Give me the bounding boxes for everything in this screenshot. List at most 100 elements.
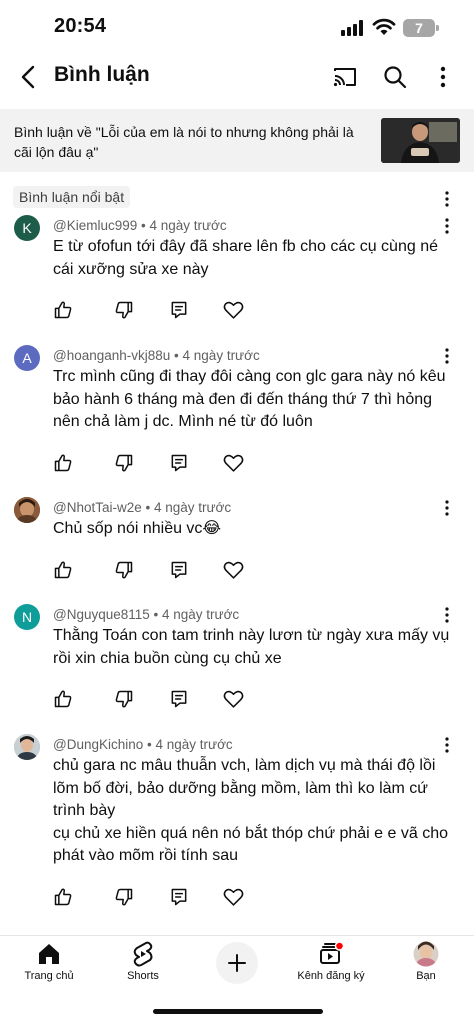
commenter-avatar[interactable]: N [14, 604, 40, 630]
reply-button[interactable] [167, 451, 191, 475]
comment-text: E từ ofofun tới đây đã share lên fb cho … [53, 238, 438, 278]
nav-you[interactable]: Bạn [378, 936, 472, 992]
more-vertical-icon [445, 218, 449, 234]
comment-text: Thằng Toán con tam trinh này lươn từ ngà… [53, 627, 450, 667]
heart-button[interactable] [221, 558, 245, 582]
dislike-button[interactable] [112, 298, 136, 322]
dislike-button[interactable] [112, 885, 136, 909]
thumbs-up-icon [54, 453, 72, 471]
plus-icon [228, 954, 246, 972]
more-vertical-icon [445, 348, 449, 364]
heart-button[interactable] [221, 298, 245, 322]
wifi-icon [372, 17, 396, 37]
reply-icon [171, 561, 187, 578]
thumbs-up-icon [54, 690, 72, 708]
reply-icon [171, 888, 187, 905]
heart-button[interactable] [221, 451, 245, 475]
comment-actions [51, 885, 271, 909]
comment-author[interactable]: @Nguyque8115 [53, 607, 150, 622]
comment-actions [51, 451, 271, 475]
comment-more-button[interactable] [437, 496, 457, 520]
meta-separator: • [149, 607, 163, 622]
reply-button[interactable] [167, 687, 191, 711]
page-title: Bình luận [54, 63, 150, 86]
nav-shorts[interactable]: Shorts [95, 936, 189, 992]
back-arrow-icon [21, 65, 35, 89]
meta-separator: • [137, 218, 150, 233]
heart-button[interactable] [221, 687, 245, 711]
reply-button[interactable] [167, 885, 191, 909]
comment-author[interactable]: @hoanganh-vkj88u [53, 348, 170, 363]
commenter-avatar[interactable]: K [14, 215, 40, 241]
comment-text: chủ gara nc mâu thuẫn vch, làm dịch vụ m… [53, 757, 448, 864]
comment-author[interactable]: @Kiemluc999 [53, 218, 137, 233]
like-button[interactable] [51, 451, 75, 475]
thumbs-down-icon [115, 561, 133, 579]
comment-meta: @Kiemluc999 • 4 ngày trước [53, 218, 227, 233]
nav-home[interactable]: Trang chủ [1, 936, 95, 992]
dislike-button[interactable] [112, 687, 136, 711]
like-button[interactable] [51, 298, 75, 322]
cellular-signal-icon [341, 20, 365, 36]
heart-button[interactable] [221, 885, 245, 909]
sort-options-button[interactable] [437, 187, 457, 211]
heart-icon [223, 690, 243, 708]
comment-author[interactable]: @NhotTai-w2e [53, 500, 142, 515]
avatar-initial: N [21, 609, 33, 625]
more-vertical-icon [440, 66, 446, 88]
battery-icon: 7 [403, 19, 439, 37]
dislike-button[interactable] [112, 558, 136, 582]
video-context-banner[interactable]: Bình luận về "Lỗi của em là nói to nhưng… [0, 109, 474, 172]
create-button[interactable] [216, 942, 258, 984]
thumbs-down-icon [115, 690, 133, 708]
comment-more-button[interactable] [437, 214, 457, 238]
comment-more-button[interactable] [437, 603, 457, 627]
reply-icon [171, 454, 187, 471]
comment-actions [51, 298, 271, 322]
thumbs-down-icon [115, 454, 133, 472]
dislike-button[interactable] [112, 451, 136, 475]
comment-timestamp: 4 ngày trước [153, 500, 232, 515]
like-button[interactable] [51, 558, 75, 582]
commenter-avatar[interactable]: A [14, 345, 40, 371]
status-time: 20:54 [54, 15, 107, 37]
reply-button[interactable] [167, 298, 191, 322]
heart-icon [223, 561, 243, 579]
comment-more-button[interactable] [437, 733, 457, 757]
like-button[interactable] [51, 687, 75, 711]
comment-author[interactable]: @DungKichino [53, 737, 143, 752]
video-thumbnail[interactable] [381, 118, 460, 163]
featured-comments-header: Bình luận nổi bật [0, 186, 474, 210]
comment-timestamp: 4 ngày trước [155, 737, 233, 752]
search-button[interactable] [380, 62, 410, 92]
top-app-bar: Bình luận [0, 54, 474, 100]
nav-home-label: Trang chủ [24, 970, 74, 982]
meta-separator: • [170, 348, 183, 363]
back-button[interactable] [12, 60, 44, 94]
reply-icon [171, 301, 187, 319]
nav-shorts-label: Shorts [127, 970, 159, 982]
comment-meta: @hoanganh-vkj88u • 4 ngày trước [53, 348, 260, 363]
battery-level: 7 [415, 20, 423, 36]
profile-avatar-icon [413, 941, 439, 967]
thumbs-down-icon [115, 888, 133, 906]
reply-button[interactable] [167, 558, 191, 582]
comment-timestamp: 4 ngày trước [149, 218, 227, 233]
cast-icon [333, 68, 356, 87]
more-options-button[interactable] [428, 62, 458, 92]
avatar-initial: K [22, 220, 32, 236]
nav-subscriptions[interactable]: Kênh đăng ký [283, 936, 377, 992]
subscriptions-icon [318, 941, 344, 967]
comment-more-button[interactable] [437, 344, 457, 368]
commenter-avatar[interactable] [14, 497, 40, 523]
comment-meta: @NhotTai-w2e • 4 ngày trước [53, 500, 231, 515]
cast-button[interactable] [330, 62, 360, 92]
featured-comments-badge: Bình luận nổi bật [13, 186, 131, 208]
comment-meta: @Nguyque8115 • 4 ngày trước [53, 607, 239, 622]
like-button[interactable] [51, 885, 75, 909]
commenter-avatar[interactable] [14, 734, 40, 760]
home-indicator [153, 1009, 323, 1014]
search-icon [384, 66, 407, 89]
nav-you-label: Bạn [416, 970, 436, 982]
more-vertical-icon [445, 737, 449, 753]
